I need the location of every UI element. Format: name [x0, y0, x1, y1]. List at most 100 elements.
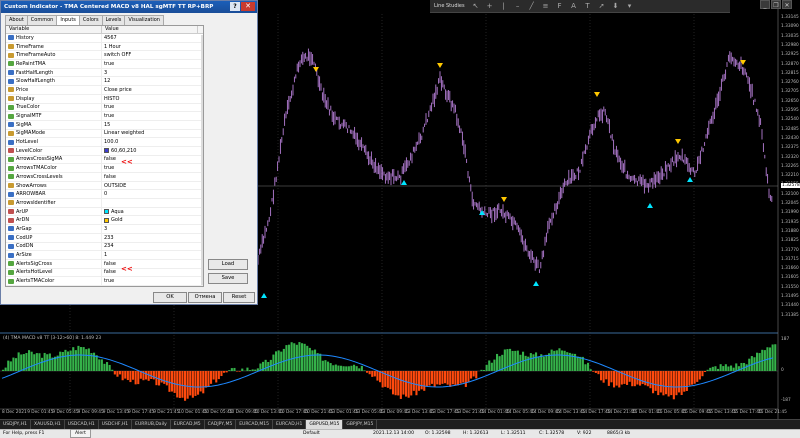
value-cell[interactable]: false [102, 173, 198, 181]
grid-row[interactable]: History 4567 [6, 34, 203, 43]
value-cell[interactable]: true [102, 104, 198, 112]
grid-row[interactable]: TimeFrameAuto switch OFF [6, 51, 203, 61]
crosshair-icon[interactable]: + [483, 1, 497, 12]
minimize-icon[interactable]: _ [760, 0, 770, 9]
tab-visualization[interactable]: Visualization [124, 15, 164, 25]
grid-row[interactable]: AlertsSigCross false [6, 259, 203, 269]
value-cell[interactable]: 1 Hour [102, 43, 198, 51]
reset-button[interactable]: Reset [223, 292, 255, 303]
grid-row[interactable]: ArGap 3 [6, 225, 203, 234]
grid-row[interactable]: ShowArrows OUTSIDE [6, 181, 203, 191]
fibonacci-icon[interactable]: F [553, 1, 567, 12]
grid-row[interactable]: ArrowsCrossLevels false [6, 173, 203, 182]
vertical-line-icon[interactable]: | [497, 1, 511, 12]
grid-row[interactable]: ARROWBAR 0 [6, 190, 203, 200]
value-cell[interactable]: switch OFF [102, 51, 198, 59]
value-cell[interactable]: 100.0 [102, 138, 198, 146]
tab-common[interactable]: Common [26, 15, 58, 25]
tab-colors[interactable]: Colors [78, 15, 103, 25]
grid-row[interactable]: SignalMTF true [6, 112, 203, 121]
symbol-tab[interactable]: USDCAD,H1 [65, 420, 99, 429]
value-cell[interactable]: false [102, 260, 198, 268]
arrow-shape-icon[interactable]: ➚ [595, 1, 609, 12]
grid-row[interactable]: ArrowsIdentifier [6, 199, 203, 208]
tab-about[interactable]: About [5, 15, 28, 25]
load-button[interactable]: Load [208, 259, 248, 270]
grid-row[interactable]: SigMAMode Linear weighted [6, 129, 203, 139]
value-cell[interactable]: 12 [102, 77, 198, 85]
value-cell[interactable]: 3 [102, 69, 198, 77]
grid-row[interactable]: HotLevel 100.0 [6, 138, 203, 147]
close-icon[interactable]: ✕ [241, 2, 255, 11]
grid-row[interactable]: AlertsTMAColor true [6, 277, 203, 286]
grid-row[interactable]: Display HISTO [6, 94, 203, 104]
grid-row[interactable]: ArUP Aqua [6, 207, 203, 217]
grid-row[interactable]: AlertsHotLevel false [6, 268, 203, 278]
arrow-down-icon[interactable]: ⬇ [609, 1, 623, 12]
cursor-icon[interactable]: ↖ [469, 1, 483, 12]
grid-row[interactable]: SIGNALBAR 1 [6, 285, 203, 287]
symbol-tab[interactable]: GBPUSD,M15 [306, 420, 344, 429]
tab-inputs[interactable]: Inputs [56, 15, 80, 25]
value-cell[interactable]: true [102, 112, 198, 120]
grid-scrollbar[interactable] [201, 35, 203, 285]
symbol-tab[interactable]: EURCAD,M5 [171, 420, 205, 429]
grid-row[interactable]: RePaintTMA true [6, 60, 203, 69]
value-cell[interactable]: 15 [102, 121, 198, 129]
value-cell[interactable] [102, 199, 198, 207]
value-cell[interactable]: Aqua [102, 208, 198, 216]
restore-icon[interactable]: ❐ [771, 0, 781, 9]
grid-row[interactable]: ArSize 1 [6, 251, 203, 260]
value-cell[interactable]: 4567 [102, 34, 198, 42]
color-swatch[interactable] [104, 209, 109, 215]
channel-icon[interactable]: ≡ [539, 1, 553, 12]
value-cell[interactable]: 1 [102, 251, 198, 259]
color-swatch[interactable] [104, 148, 109, 154]
symbol-tab[interactable]: GBPJPY,M15 [343, 420, 378, 429]
symbol-tab[interactable]: EURRUB,Daily [132, 420, 171, 429]
grid-row[interactable]: TimeFrame 1 Hour [6, 42, 203, 52]
close-icon[interactable]: ✕ [782, 0, 792, 9]
value-cell[interactable]: 0 [102, 190, 198, 198]
value-cell[interactable]: 60,60,210 [102, 147, 198, 155]
save-button[interactable]: Save [208, 273, 248, 284]
symbol-tab[interactable]: USDJPY,H1 [0, 420, 31, 429]
grid-row[interactable]: CodDN 234 [6, 242, 203, 252]
symbol-tab[interactable]: EURCAD,H1 [273, 420, 307, 429]
value-cell[interactable]: true [102, 164, 198, 172]
value-cell[interactable]: OUTSIDE [102, 182, 198, 190]
symbol-tab[interactable]: EURCAD,M15 [236, 420, 273, 429]
color-swatch[interactable] [104, 217, 109, 223]
symbol-tab[interactable]: XAUUSD,H1 [31, 420, 65, 429]
grid-row[interactable]: TrueColor true [6, 103, 203, 113]
value-cell[interactable]: false [102, 156, 198, 164]
value-cell[interactable]: 233 [102, 234, 198, 242]
grid-row[interactable]: FastHalfLength 3 [6, 68, 203, 78]
value-cell[interactable]: 3 [102, 225, 198, 233]
ok-button[interactable]: OK [153, 292, 187, 303]
grid-row[interactable]: ArDN Gold [6, 216, 203, 226]
tab-levels[interactable]: Levels [101, 15, 126, 25]
value-cell[interactable]: true [102, 60, 198, 68]
horizontal-line-icon[interactable]: – [511, 1, 525, 12]
value-cell[interactable]: 234 [102, 243, 198, 251]
value-cell[interactable]: Linear weighted [102, 130, 198, 138]
label-icon[interactable]: T [581, 1, 595, 12]
value-cell[interactable]: false [102, 269, 198, 277]
grid-row[interactable]: SigMA 15 [6, 120, 203, 130]
help-icon[interactable]: ? [230, 2, 240, 11]
grid-row[interactable]: ArrowsTMAColor true [6, 164, 203, 173]
value-cell[interactable]: Close price [102, 86, 198, 94]
dropdown-icon[interactable]: ▾ [623, 1, 637, 12]
alert-tab[interactable]: Alert [70, 429, 91, 438]
cancel-button[interactable]: Отмена [188, 292, 222, 303]
grid-row[interactable]: SlowHalfLength 12 [6, 77, 203, 87]
value-cell[interactable]: Gold [102, 216, 198, 224]
value-cell[interactable]: true [102, 277, 198, 285]
grid-row[interactable]: Price Close price [6, 86, 203, 95]
symbol-tab[interactable]: CADJPY,M5 [205, 420, 237, 429]
grid-row[interactable]: ArrowsCrossSigMA false [6, 155, 203, 165]
value-cell[interactable]: 1 [102, 286, 198, 287]
grid-row[interactable]: LevelColor 60,60,210 [6, 146, 203, 156]
grid-row[interactable]: CodUP 233 [6, 233, 203, 243]
